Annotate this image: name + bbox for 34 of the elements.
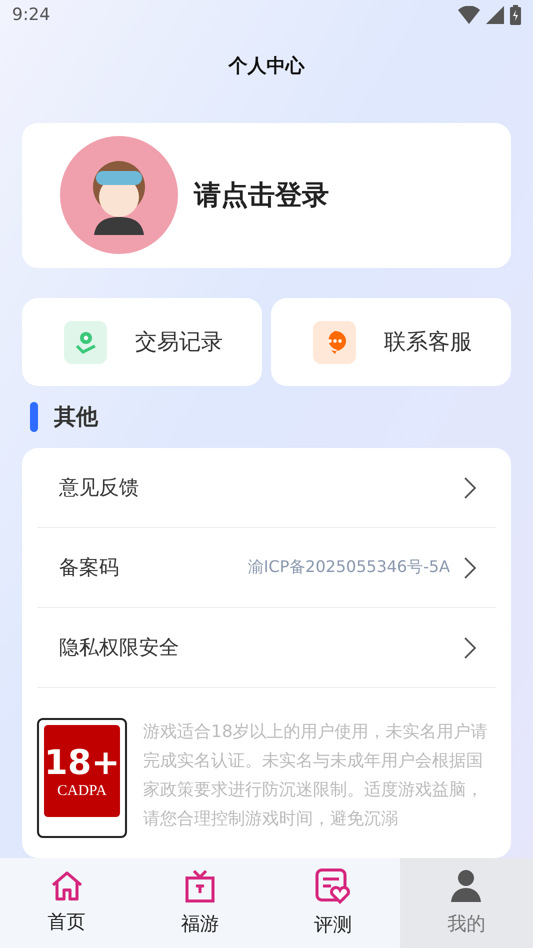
rating-org-text: CADPA: [57, 782, 107, 800]
nav-tab[interactable]: 评测: [266, 858, 400, 948]
section-title: 其他: [54, 404, 98, 432]
nav-tab[interactable]: 首页: [0, 858, 134, 948]
menu-item[interactable]: 隐私权限安全: [37, 608, 496, 688]
quick-action-button[interactable]: 联系客服: [271, 298, 511, 386]
age-rating-text: 18+: [44, 742, 120, 782]
nav-tab[interactable]: 福游: [133, 858, 266, 948]
quick-action-button[interactable]: 交易记录: [22, 298, 262, 386]
document-heart-icon: [315, 868, 352, 904]
wifi-icon: [458, 6, 480, 24]
status-time: 9:24: [12, 5, 50, 26]
menu-item-label: 隐私权限安全: [59, 634, 180, 661]
profile-card[interactable]: 请点击登录: [22, 122, 511, 268]
menu-item-label: 备案码: [59, 554, 120, 581]
person-icon: [450, 869, 482, 903]
menu-item[interactable]: 备案码 渝ICP备2025055346号-5A: [37, 528, 496, 608]
chevron-right-icon: [464, 556, 476, 578]
menu-item-value: 渝ICP备2025055346号-5A: [248, 557, 450, 578]
battery-icon: [510, 5, 521, 26]
chevron-right-icon: [464, 636, 476, 658]
menu-item-label: 意见反馈: [59, 474, 140, 501]
section-marker: [30, 402, 38, 432]
location-hand-icon: [64, 320, 107, 364]
chevron-right-icon: [464, 476, 476, 498]
page-title: 个人中心: [228, 54, 304, 79]
chat-bubble-icon: [313, 320, 356, 364]
home-icon: [50, 871, 83, 901]
gift-box-icon: [184, 869, 216, 903]
age-notice-text: 游戏适合18岁以上的用户使用，未实名用户请完成实名认证。未实名与未成年用户会根据国家政策要求进行防沉迷限制。适度游戏益脑，请您合理控制游戏时间，避免沉溺: [143, 721, 489, 831]
menu-item[interactable]: 意见反馈: [37, 448, 496, 528]
signal-icon: [486, 6, 504, 24]
nav-tab[interactable]: 我的: [400, 858, 533, 948]
login-prompt: 请点击登录: [194, 179, 329, 214]
